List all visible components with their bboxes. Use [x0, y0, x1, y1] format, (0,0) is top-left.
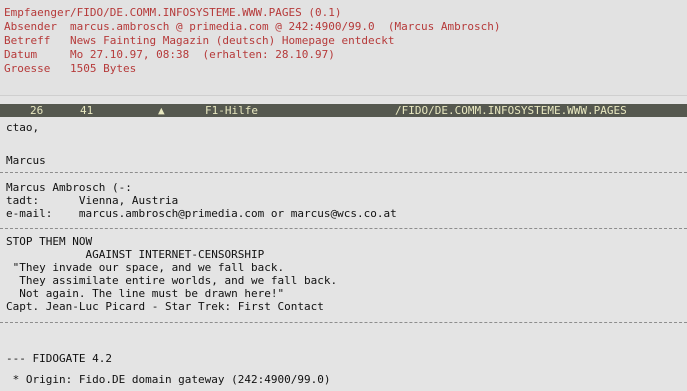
- body-line: tadt: Vienna, Austria: [6, 194, 179, 207]
- header-key: Datum: [4, 48, 38, 61]
- message-number: 26: [30, 104, 44, 117]
- header-value: News Fainting Magazin (deutsch) Homepage…: [70, 34, 395, 47]
- scroll-up-icon[interactable]: ▲: [158, 104, 165, 117]
- help-hint[interactable]: F1-Hilfe: [205, 104, 258, 117]
- body-line: * Origin: Fido.DE domain gateway (242:49…: [6, 373, 331, 386]
- body-line: Not again. The line must be drawn here!": [6, 287, 285, 300]
- header-key: Betreff: [4, 34, 51, 47]
- header-key: Absender: [4, 20, 57, 33]
- body-line: Marcus Ambrosch (-:: [6, 181, 132, 194]
- body-line: ctao,: [6, 121, 40, 134]
- body-line: --- FIDOGATE 4.2: [6, 352, 112, 365]
- area-path: /FIDO/DE.COMM.INFOSYSTEME.WWW.PAGES: [395, 104, 627, 117]
- separator: [0, 172, 687, 173]
- header-row-subject: Betreff News Fainting Magazin (deutsch) H…: [4, 34, 395, 47]
- newsreader-screen: Empfaenger/FIDO/DE.COMM.INFOSYSTEME.WWW.…: [0, 0, 687, 391]
- header-row-date: Datum Mo 27.10.97, 08:38 (erhalten: 28.10…: [4, 48, 335, 61]
- body-line: Capt. Jean-Luc Picard - Star Trek: First…: [6, 300, 324, 313]
- header-key: Empfaenger: [4, 6, 71, 19]
- message-header: Empfaenger/FIDO/DE.COMM.INFOSYSTEME.WWW.…: [0, 0, 687, 96]
- header-value: Mo 27.10.97, 08:38 (erhalten: 28.10.97): [70, 48, 335, 61]
- body-line: They assimilate entire worlds, and we fa…: [6, 274, 338, 287]
- body-line: STOP THEM NOW: [6, 235, 93, 248]
- header-value: marcus.ambrosch @ primedia.com @ 242:490…: [70, 20, 501, 33]
- body-line: "They invade our space, and we fall back…: [6, 261, 285, 274]
- header-row-recipient: Empfaenger/FIDO/DE.COMM.INFOSYSTEME.WWW.…: [4, 6, 342, 19]
- header-value: /FIDO/DE.COMM.INFOSYSTEME.WWW.PAGES (0.1…: [70, 6, 342, 19]
- separator: [0, 228, 687, 229]
- body-line: Marcus: [6, 154, 46, 167]
- separator: [0, 322, 687, 323]
- header-key: Groesse: [4, 62, 51, 75]
- status-bar: 26 41 ▲ F1-Hilfe /FIDO/DE.COMM.INFOSYSTE…: [0, 104, 687, 117]
- message-count: 41: [80, 104, 94, 117]
- body-line: AGAINST INTERNET-CENSORSHIP: [6, 248, 265, 261]
- header-row-size: Groesse 1505 Bytes: [4, 62, 136, 75]
- body-line: e-mail: marcus.ambrosch@primedia.com or …: [6, 207, 397, 220]
- header-row-sender: Absender marcus.ambrosch @ primedia.com @…: [4, 20, 500, 33]
- header-value: 1505 Bytes: [70, 62, 137, 75]
